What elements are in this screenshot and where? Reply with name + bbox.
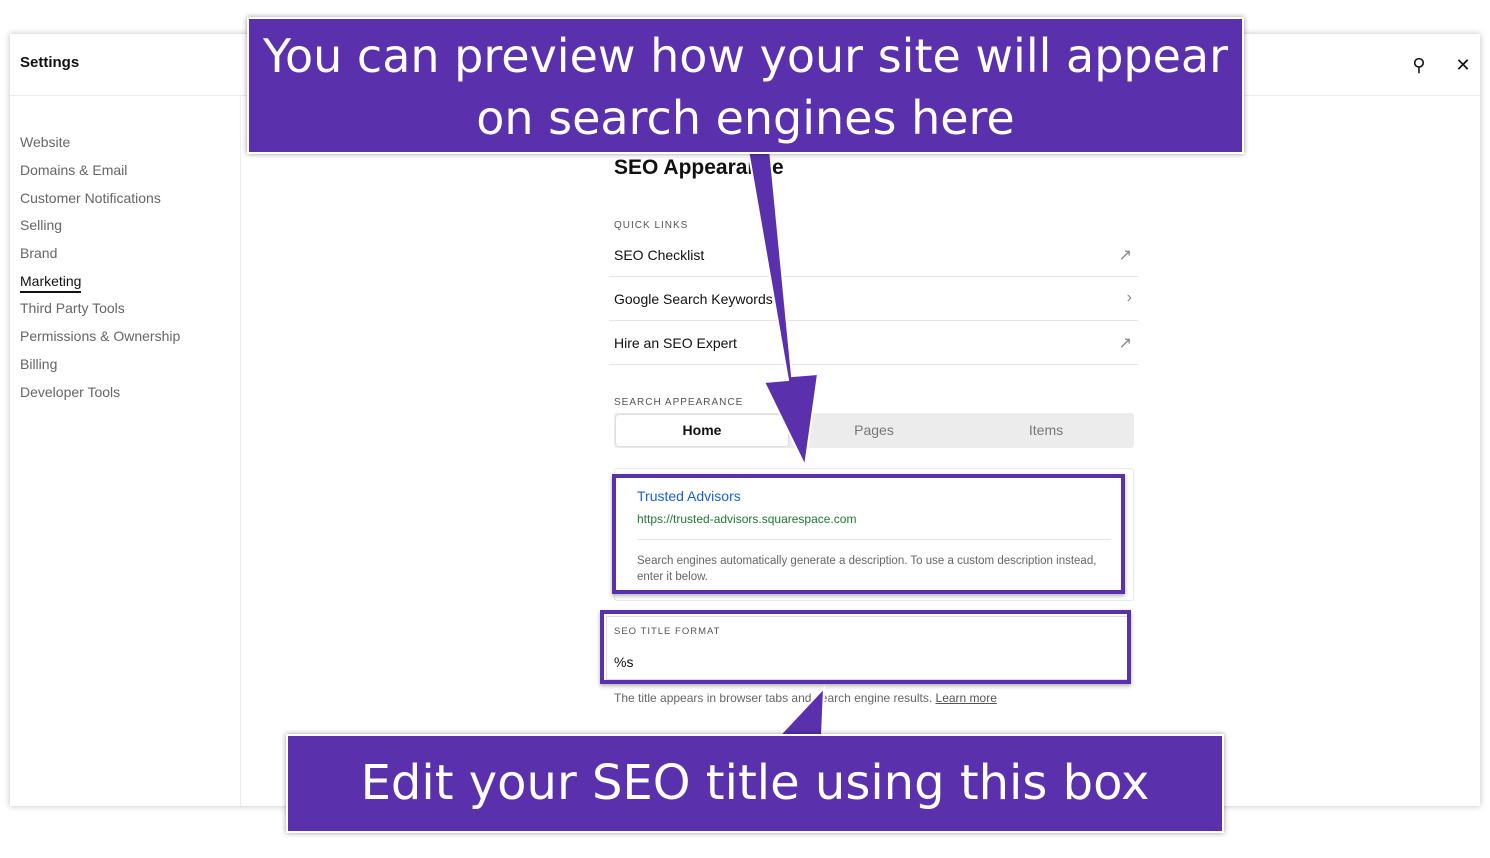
callout-bottom: Edit your SEO title using this box — [286, 734, 1224, 833]
callout-top: You can preview how your site will appea… — [247, 17, 1244, 154]
arrow-up-icon — [777, 685, 826, 736]
arrow-down-icon — [746, 149, 820, 470]
